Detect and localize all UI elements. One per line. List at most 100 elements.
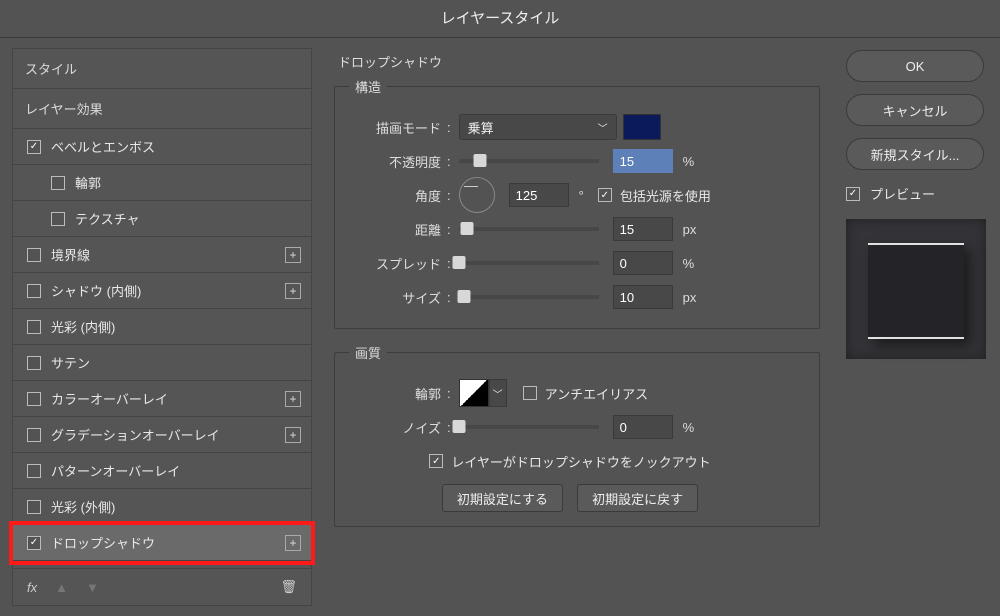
blend-mode-select[interactable]: 乗算 ﹀: [459, 114, 617, 140]
sidebar-item-label: ドロップシャドウ: [51, 533, 155, 552]
structure-group: 構造 描画モード: 乗算 ﹀ 不透明度: 15 % 角度: 125 °: [334, 77, 820, 329]
add-effect-icon[interactable]: +: [285, 427, 301, 443]
sidebar-item-label: パターンオーバーレイ: [51, 461, 180, 480]
make-default-button[interactable]: 初期設定にする: [442, 484, 563, 512]
sidebar-item-texture[interactable]: テクスチャ: [13, 201, 311, 237]
distance-label: 距離: [335, 220, 441, 239]
checkbox-icon[interactable]: [27, 464, 41, 478]
trash-icon[interactable]: 🗑: [280, 579, 297, 595]
spread-unit: %: [683, 256, 695, 271]
add-effect-icon[interactable]: +: [285, 283, 301, 299]
cancel-button[interactable]: キャンセル: [846, 94, 984, 126]
spread-input[interactable]: 0: [613, 251, 673, 275]
quality-legend: 画質: [349, 343, 387, 362]
checkbox-icon[interactable]: [27, 356, 41, 370]
sidebar-item-gradient-overlay[interactable]: グラデーションオーバーレイ +: [13, 417, 311, 453]
sidebar-item-label: シャドウ (内側): [51, 281, 141, 300]
checkbox-icon[interactable]: [27, 500, 41, 514]
angle-label: 角度: [335, 186, 441, 205]
add-effect-icon[interactable]: +: [285, 391, 301, 407]
size-input[interactable]: 10: [613, 285, 673, 309]
move-down-icon[interactable]: ▼: [86, 580, 99, 595]
sidebar-item-drop-shadow[interactable]: ドロップシャドウ +: [13, 525, 311, 561]
noise-input[interactable]: 0: [613, 415, 673, 439]
checkbox-icon[interactable]: [51, 212, 65, 226]
styles-header[interactable]: スタイル: [13, 49, 311, 89]
knockout-checkbox[interactable]: [429, 454, 443, 468]
blend-mode-label: 描画モード: [335, 118, 441, 137]
angle-input[interactable]: 125: [509, 183, 569, 207]
reset-default-button[interactable]: 初期設定に戻す: [577, 484, 698, 512]
preview-thumbnail: [846, 219, 986, 359]
panel-title: ドロップシャドウ: [338, 52, 820, 71]
checkbox-icon[interactable]: [27, 284, 41, 298]
checkbox-icon[interactable]: [27, 320, 41, 334]
styles-sidebar: スタイル レイヤー効果 ベベルとエンボス 輪郭 テクスチャ 境界線 + シャドウ…: [12, 48, 312, 606]
global-light-checkbox[interactable]: [598, 188, 612, 202]
preview-checkbox[interactable]: [846, 187, 860, 201]
checkbox-icon[interactable]: [51, 176, 65, 190]
angle-dial[interactable]: [459, 177, 495, 213]
sidebar-item-inner-glow[interactable]: 光彩 (内側): [13, 309, 311, 345]
opacity-unit: %: [683, 154, 695, 169]
opacity-input[interactable]: 15: [613, 149, 673, 173]
spread-slider[interactable]: [459, 261, 599, 265]
preview-label: プレビュー: [870, 184, 935, 203]
sidebar-item-pattern-overlay[interactable]: パターンオーバーレイ: [13, 453, 311, 489]
fx-menu-icon[interactable]: fx: [27, 580, 37, 595]
checkbox-icon[interactable]: [27, 392, 41, 406]
size-unit: px: [683, 290, 697, 305]
sidebar-item-label: 光彩 (外側): [51, 497, 115, 516]
ok-button[interactable]: OK: [846, 50, 984, 82]
contour-preview[interactable]: [459, 379, 489, 407]
dialog-buttons: OK キャンセル 新規スタイル... プレビュー: [830, 38, 1000, 616]
sidebar-item-outer-glow[interactable]: 光彩 (外側): [13, 489, 311, 525]
distance-slider[interactable]: [459, 227, 599, 231]
angle-unit: °: [579, 188, 584, 203]
chevron-down-icon: ﹀: [598, 120, 608, 135]
new-style-button[interactable]: 新規スタイル...: [846, 138, 984, 170]
size-label: サイズ: [335, 288, 441, 307]
checkbox-icon[interactable]: [27, 248, 41, 262]
noise-unit: %: [683, 420, 695, 435]
sidebar-item-color-overlay[interactable]: カラーオーバーレイ +: [13, 381, 311, 417]
structure-legend: 構造: [349, 77, 387, 96]
knockout-label: レイヤーがドロップシャドウをノックアウト: [451, 452, 710, 471]
settings-panel: ドロップシャドウ 構造 描画モード: 乗算 ﹀ 不透明度: 15 % 角度:: [312, 38, 830, 616]
sidebar-item-label: ベベルとエンボス: [51, 137, 155, 156]
distance-input[interactable]: 15: [613, 217, 673, 241]
sidebar-item-contour[interactable]: 輪郭: [13, 165, 311, 201]
blend-mode-value: 乗算: [468, 118, 494, 137]
sidebar-item-bevel-emboss[interactable]: ベベルとエンボス: [13, 129, 311, 165]
sidebar-item-stroke[interactable]: 境界線 +: [13, 237, 311, 273]
contour-picker[interactable]: ﹀: [489, 379, 507, 407]
move-up-icon[interactable]: ▲: [55, 580, 68, 595]
shadow-color-swatch[interactable]: [623, 114, 661, 140]
spread-label: スプレッド: [335, 254, 441, 273]
size-slider[interactable]: [459, 295, 599, 299]
global-light-label: 包括光源を使用: [620, 186, 711, 205]
sidebar-item-label: 輪郭: [75, 173, 101, 192]
add-effect-icon[interactable]: +: [285, 247, 301, 263]
dialog-title: レイヤースタイル: [0, 0, 1000, 38]
layer-effects-header[interactable]: レイヤー効果: [13, 89, 311, 129]
sidebar-item-label: テクスチャ: [75, 209, 139, 228]
sidebar-item-label: カラーオーバーレイ: [51, 389, 168, 408]
contour-label: 輪郭: [335, 384, 441, 403]
checkbox-icon[interactable]: [27, 536, 41, 550]
antialias-checkbox[interactable]: [523, 386, 537, 400]
sidebar-footer: fx ▲ ▼ 🗑: [13, 568, 311, 605]
chevron-down-icon: ﹀: [493, 386, 503, 401]
add-effect-icon[interactable]: +: [285, 535, 301, 551]
noise-slider[interactable]: [459, 425, 599, 429]
checkbox-icon[interactable]: [27, 428, 41, 442]
sidebar-item-label: サテン: [51, 353, 90, 372]
opacity-slider[interactable]: [459, 159, 599, 163]
opacity-label: 不透明度: [335, 152, 441, 171]
quality-group: 画質 輪郭: ﹀ アンチエイリアス ノイズ: 0 % レイヤーがドロップシャドウ…: [334, 343, 820, 527]
sidebar-item-satin[interactable]: サテン: [13, 345, 311, 381]
sidebar-item-label: 境界線: [51, 245, 90, 264]
checkbox-icon[interactable]: [27, 140, 41, 154]
antialias-label: アンチエイリアス: [545, 384, 648, 403]
sidebar-item-inner-shadow[interactable]: シャドウ (内側) +: [13, 273, 311, 309]
